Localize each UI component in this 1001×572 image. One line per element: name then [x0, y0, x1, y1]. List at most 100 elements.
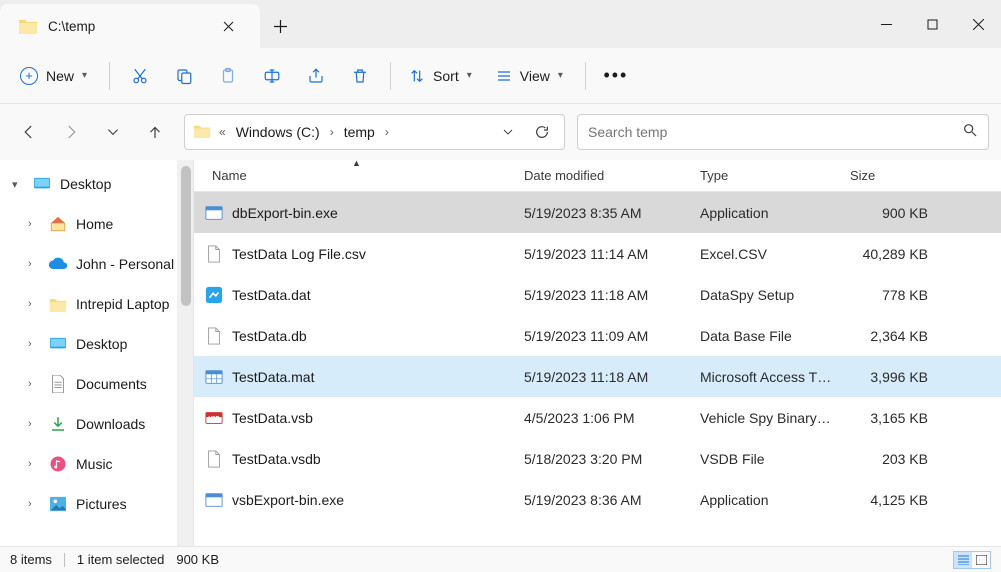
tree-root-desktop[interactable]: ▾ Desktop	[0, 164, 194, 204]
sidebar: ▾ Desktop › Home ›John - Personal›Intrepid…	[0, 160, 194, 546]
copy-button[interactable]	[164, 58, 204, 94]
sidebar-scrollbar[interactable]	[177, 160, 193, 546]
thumbnails-view-button[interactable]	[972, 552, 990, 568]
file-name-cell: TestData.dat	[198, 285, 516, 305]
view-label: View	[520, 68, 550, 84]
status-separator	[64, 553, 65, 567]
chevron-right-icon[interactable]: ›	[28, 218, 40, 230]
chevron-right-icon[interactable]: ›	[28, 258, 40, 270]
nav-buttons	[12, 115, 172, 149]
tab-close-button[interactable]	[214, 12, 242, 40]
recent-locations-button[interactable]	[96, 115, 130, 149]
new-tab-button[interactable]	[260, 4, 300, 48]
column-date-label: Date modified	[524, 168, 604, 183]
chevron-right-icon[interactable]: ›	[28, 338, 40, 350]
sidebar-item[interactable]: ›Downloads	[0, 404, 194, 444]
chevron-right-icon[interactable]: ›	[28, 378, 40, 390]
breadcrumb-overflow[interactable]: «	[217, 125, 228, 139]
titlebar-drag-area[interactable]	[300, 0, 863, 48]
maximize-button[interactable]	[909, 0, 955, 48]
up-button[interactable]	[138, 115, 172, 149]
sidebar-item[interactable]: ›Desktop	[0, 324, 194, 364]
share-icon	[307, 67, 325, 85]
chevron-down-icon: ▾	[82, 70, 87, 81]
titlebar: C:\temp	[0, 0, 1001, 48]
refresh-button[interactable]	[528, 118, 556, 146]
rename-button[interactable]	[252, 58, 292, 94]
back-button[interactable]	[12, 115, 46, 149]
sidebar-item[interactable]: › Pictures	[0, 484, 194, 524]
toolbar-separator	[109, 62, 110, 90]
file-type: Microsoft Access T…	[692, 369, 842, 385]
file-row[interactable]: TestData.db5/19/2023 11:09 AMData Base F…	[194, 315, 1001, 356]
file-file-icon	[204, 244, 224, 264]
cloud-icon	[48, 254, 68, 274]
sort-button[interactable]: Sort ▾	[401, 58, 484, 94]
sidebar-tree[interactable]: ▾ Desktop › Home ›John - Personal›Intrepid…	[0, 160, 194, 546]
breadcrumb-folder[interactable]: temp	[342, 122, 377, 142]
column-name[interactable]: Name ▲	[198, 160, 516, 191]
search-icon	[962, 122, 978, 143]
sort-icon	[409, 68, 425, 84]
sidebar-item[interactable]: ›John - Personal	[0, 244, 194, 284]
file-row[interactable]: TestData.mat5/19/2023 11:18 AMMicrosoft …	[194, 356, 1001, 397]
file-row[interactable]: vsbExport-bin.exe5/19/2023 8:36 AMApplic…	[194, 479, 1001, 520]
file-file-icon	[204, 326, 224, 346]
file-list: Name ▲ Date modified Type Size dbExport-…	[194, 160, 1001, 546]
close-window-button[interactable]	[955, 0, 1001, 48]
details-view-button[interactable]	[954, 552, 972, 568]
delete-button[interactable]	[340, 58, 380, 94]
paste-button[interactable]	[208, 58, 248, 94]
breadcrumb-drive[interactable]: Windows (C:)	[234, 122, 322, 142]
chevron-right-icon[interactable]: ›	[28, 418, 40, 430]
sidebar-item-label: Documents	[76, 376, 147, 392]
column-date[interactable]: Date modified	[516, 160, 692, 191]
address-dropdown-button[interactable]	[494, 118, 522, 146]
column-type[interactable]: Type	[692, 160, 842, 191]
status-item-count: 8 items	[10, 552, 52, 567]
file-size: 2,364 KB	[842, 328, 936, 344]
chevron-right-icon[interactable]: ›	[28, 298, 40, 310]
cut-button[interactable]	[120, 58, 160, 94]
chevron-right-icon[interactable]: ›	[28, 458, 40, 470]
file-name-cell: TestData.mat	[198, 367, 516, 387]
new-button[interactable]: + New ▾	[12, 58, 99, 94]
file-type: DataSpy Setup	[692, 287, 842, 303]
window-tab[interactable]: C:\temp	[0, 4, 260, 48]
sidebar-item-label: Pictures	[76, 496, 127, 512]
sidebar-scrollbar-thumb[interactable]	[181, 166, 191, 306]
music-icon	[48, 454, 68, 474]
search-input[interactable]	[588, 124, 962, 140]
file-name: TestData.mat	[232, 369, 314, 385]
clipboard-icon	[219, 67, 237, 85]
sidebar-item-label: Home	[76, 216, 113, 232]
minimize-button[interactable]	[863, 0, 909, 48]
chevron-down-icon[interactable]: ▾	[12, 178, 24, 191]
sidebar-item[interactable]: › Documents	[0, 364, 194, 404]
file-type: Application	[692, 492, 842, 508]
file-rows[interactable]: dbExport-bin.exe5/19/2023 8:35 AMApplica…	[194, 192, 1001, 546]
column-size[interactable]: Size	[842, 160, 936, 191]
share-button[interactable]	[296, 58, 336, 94]
rename-icon	[263, 67, 281, 85]
file-row[interactable]: VSBTestData.vsb4/5/2023 1:06 PMVehicle S…	[194, 397, 1001, 438]
forward-button[interactable]	[54, 115, 88, 149]
chevron-right-icon[interactable]: ›	[28, 498, 40, 510]
view-button[interactable]: View ▾	[488, 58, 575, 94]
doc-icon	[48, 374, 68, 394]
file-row[interactable]: dbExport-bin.exe5/19/2023 8:35 AMApplica…	[194, 192, 1001, 233]
more-button[interactable]: •••	[596, 58, 636, 94]
download-icon	[48, 414, 68, 434]
file-name-cell: TestData Log File.csv	[198, 244, 516, 264]
desktop-icon	[48, 334, 68, 354]
sidebar-item[interactable]: ›Intrepid Laptop	[0, 284, 194, 324]
dat-file-icon	[204, 285, 224, 305]
search-box[interactable]	[577, 114, 989, 150]
file-name-cell: TestData.vsdb	[198, 449, 516, 469]
sidebar-item[interactable]: ›Music	[0, 444, 194, 484]
file-row[interactable]: TestData Log File.csv5/19/2023 11:14 AME…	[194, 233, 1001, 274]
file-row[interactable]: TestData.vsdb5/18/2023 3:20 PMVSDB File2…	[194, 438, 1001, 479]
file-row[interactable]: TestData.dat5/19/2023 11:18 AMDataSpy Se…	[194, 274, 1001, 315]
sidebar-item[interactable]: › Home	[0, 204, 194, 244]
address-bar[interactable]: « Windows (C:) › temp ›	[184, 114, 565, 150]
